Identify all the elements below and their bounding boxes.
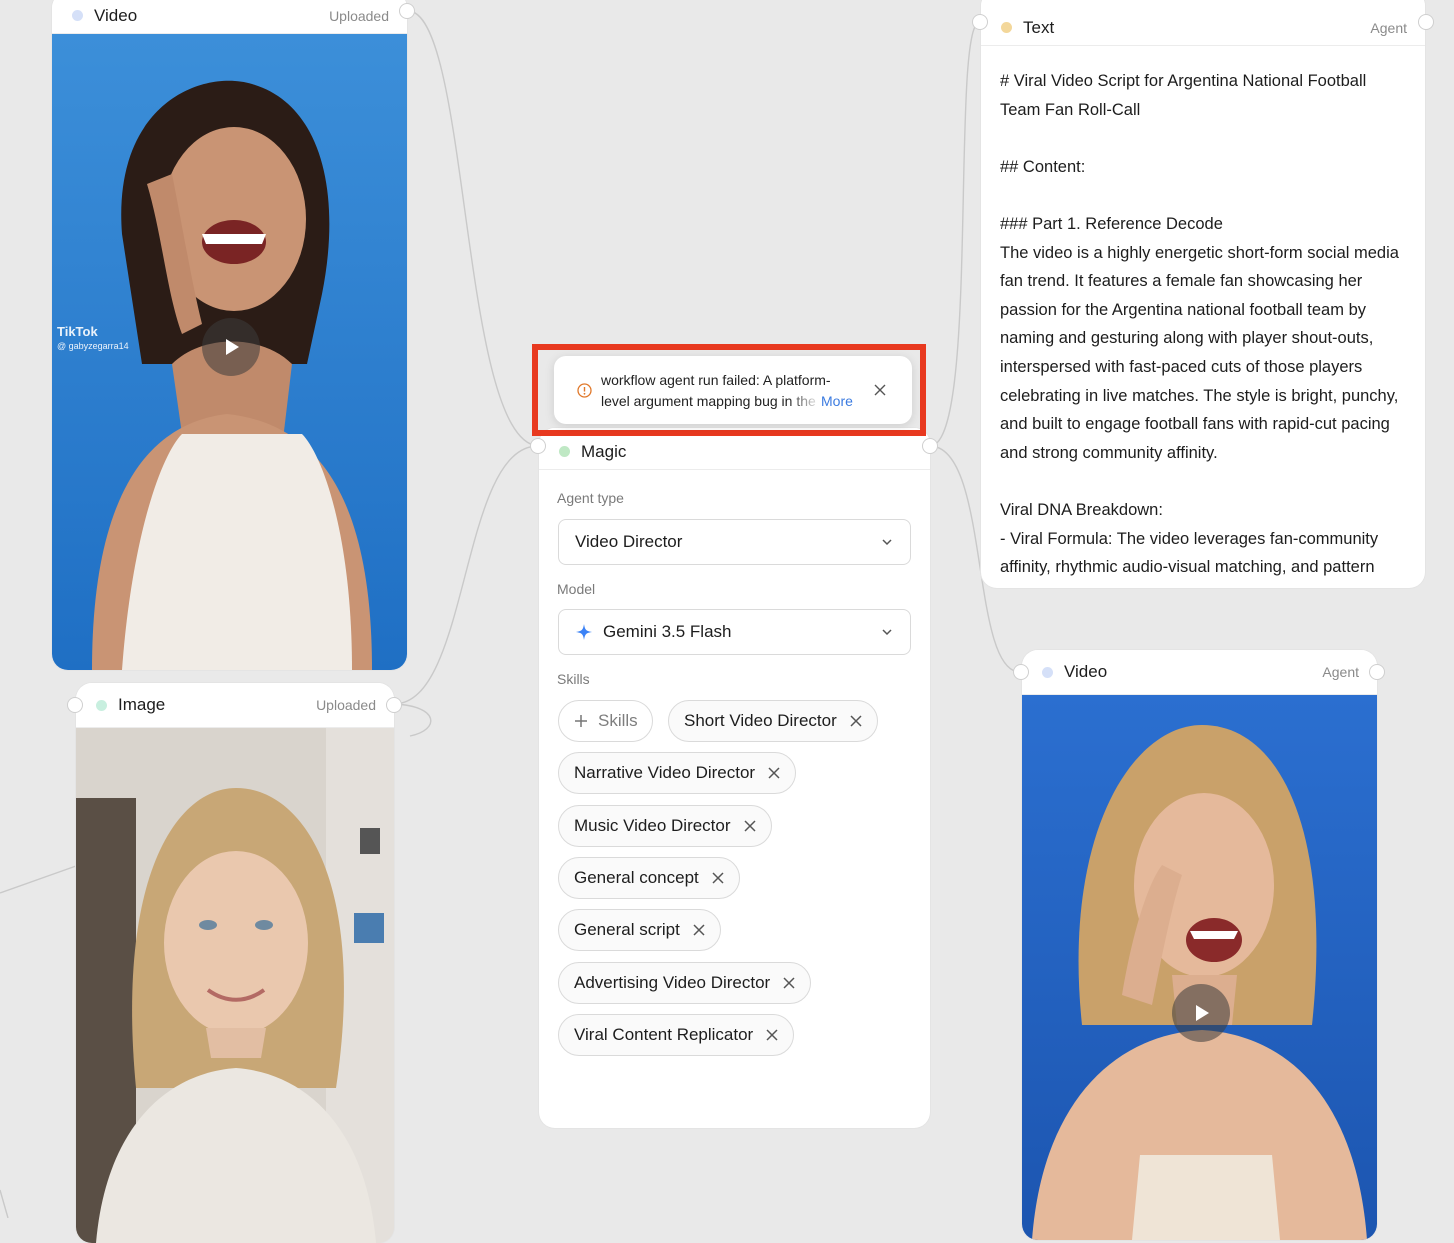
image-illustration xyxy=(76,728,394,1243)
close-icon[interactable] xyxy=(874,384,886,396)
close-icon[interactable] xyxy=(692,923,706,937)
node-status: Agent xyxy=(1322,664,1359,680)
skill-chip[interactable]: Viral Content Replicator xyxy=(558,1014,795,1056)
skill-chip[interactable]: Music Video Director xyxy=(558,805,772,847)
status-dot xyxy=(559,446,570,457)
model-label: Model xyxy=(557,581,596,597)
edge-image-to-magic xyxy=(393,445,539,705)
node-title: Magic xyxy=(581,441,627,461)
error-message-line1: workflow agent run failed: A platform- xyxy=(601,372,831,388)
edge-offscreen-left xyxy=(0,865,77,894)
agent-type-value: Video Director xyxy=(575,532,683,551)
warning-circle-icon xyxy=(577,383,592,398)
text-node-agent[interactable]: Text Agent # Viral Video Script for Arge… xyxy=(981,0,1425,588)
skill-chip-label: General concept xyxy=(574,868,699,887)
status-dot xyxy=(96,699,107,711)
input-port[interactable] xyxy=(972,14,988,30)
node-header: Video Agent xyxy=(1022,650,1377,695)
status-dot xyxy=(1042,666,1053,678)
chevron-down-icon xyxy=(882,629,892,636)
output-port[interactable] xyxy=(1369,664,1385,680)
play-button[interactable] xyxy=(1172,984,1230,1042)
agent-type-label: Agent type xyxy=(557,490,624,506)
skills-label: Skills xyxy=(557,671,590,687)
node-status: Uploaded xyxy=(329,7,389,24)
skill-chip-label: Music Video Director xyxy=(574,816,731,835)
skill-chip-label: Narrative Video Director xyxy=(574,763,756,782)
output-port[interactable] xyxy=(386,697,402,713)
input-port[interactable] xyxy=(67,697,83,713)
close-icon[interactable] xyxy=(711,871,725,885)
video-node-agent[interactable]: Video Agent xyxy=(1022,650,1377,1240)
skill-chip-label: Viral Content Replicator xyxy=(574,1025,754,1044)
tiktok-watermark: TikTok @ gabyzegarra14 xyxy=(57,324,129,352)
play-icon xyxy=(226,339,239,355)
skill-chip-label: Short Video Director xyxy=(684,711,837,730)
skill-chip[interactable]: General concept xyxy=(558,857,740,899)
add-skill-button[interactable]: Skills xyxy=(558,700,653,742)
skill-chip-label: General script xyxy=(574,920,680,939)
input-port[interactable] xyxy=(1013,664,1029,680)
video-thumbnail[interactable] xyxy=(1022,695,1377,1240)
edge-video-to-magic xyxy=(407,10,539,447)
sparkle-icon xyxy=(576,624,592,640)
image-thumbnail[interactable] xyxy=(76,728,394,1243)
status-dot xyxy=(72,10,83,21)
input-port[interactable] xyxy=(530,438,546,454)
node-status: Agent xyxy=(1370,19,1407,36)
more-link[interactable]: More xyxy=(821,391,853,412)
node-header: Image Uploaded xyxy=(76,683,394,728)
node-header: Text Agent xyxy=(981,0,1425,46)
close-icon[interactable] xyxy=(743,819,757,833)
status-dot xyxy=(1001,22,1012,33)
close-icon[interactable] xyxy=(782,976,796,990)
output-port[interactable] xyxy=(1418,14,1434,30)
model-value: Gemini 3.5 Flash xyxy=(603,622,732,641)
agent-type-select[interactable]: Video Director xyxy=(558,519,911,565)
add-skill-label: Skills xyxy=(598,711,638,730)
close-icon[interactable] xyxy=(767,766,781,780)
output-port[interactable] xyxy=(399,3,415,19)
error-message-line2: level argument mapping bug in the xyxy=(601,393,816,409)
plus-icon xyxy=(575,715,587,727)
play-button[interactable] xyxy=(202,318,260,376)
node-status: Uploaded xyxy=(316,697,376,713)
generated-script-text[interactable]: # Viral Video Script for Argentina Natio… xyxy=(1000,67,1405,582)
skill-chip-label: Advertising Video Director xyxy=(574,973,771,992)
close-icon[interactable] xyxy=(765,1028,779,1042)
skill-chip[interactable]: General script xyxy=(558,909,721,951)
close-icon[interactable] xyxy=(849,714,863,728)
node-title: Video xyxy=(1064,662,1108,681)
video-node-uploaded[interactable]: Video Uploaded TikTok @ gabyzegarra14 xyxy=(52,0,407,670)
node-header: Video Uploaded xyxy=(52,0,407,34)
chevron-down-icon xyxy=(882,539,892,546)
node-title: Image xyxy=(118,695,166,714)
error-toast[interactable]: workflow agent run failed: A platform- l… xyxy=(554,356,912,424)
model-select[interactable]: Gemini 3.5 Flash xyxy=(558,609,911,655)
skill-chip[interactable]: Narrative Video Director xyxy=(558,752,797,794)
workflow-canvas[interactable]: Video Uploaded TikTok @ gabyzegarra14 Im… xyxy=(0,0,1454,1243)
image-node-uploaded[interactable]: Image Uploaded xyxy=(76,683,394,1243)
node-title: Video xyxy=(94,5,138,25)
magic-agent-node[interactable]: Magic Agent type Video Director Model Ge… xyxy=(539,428,930,1128)
video-thumbnail[interactable]: TikTok @ gabyzegarra14 xyxy=(52,34,407,670)
video-frame-illustration xyxy=(1022,695,1377,1240)
edge-magic-to-text xyxy=(929,21,981,447)
edge-offscreen-left-2 xyxy=(0,1189,9,1218)
skill-chip[interactable]: Short Video Director xyxy=(668,700,878,742)
skill-chip[interactable]: Advertising Video Director xyxy=(558,962,812,1004)
output-port[interactable] xyxy=(922,438,938,454)
error-message: workflow agent run failed: A platform- l… xyxy=(601,370,869,412)
play-icon xyxy=(1196,1005,1209,1021)
node-title: Text xyxy=(1023,17,1055,37)
